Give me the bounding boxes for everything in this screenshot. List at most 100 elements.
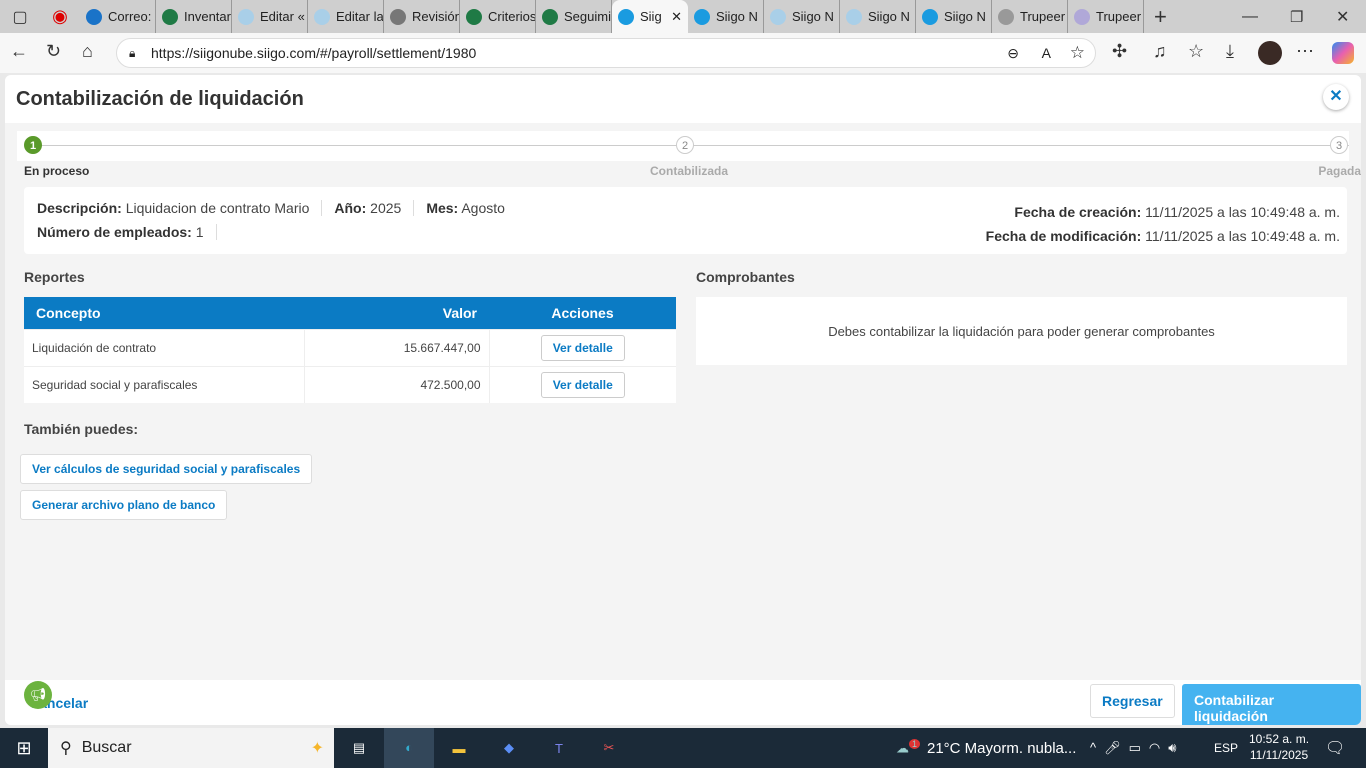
creation-date: Fecha de creación: 11/11/2025 a las 10:4… bbox=[1014, 204, 1340, 220]
lock-icon: 🔒︎ bbox=[129, 45, 136, 60]
cell-valor: 15.667.447,00 bbox=[303, 328, 489, 366]
table-row: Seguridad social y parafiscales 472.500,… bbox=[24, 365, 676, 403]
edge-taskbar-icon[interactable]: ◐ bbox=[384, 728, 434, 768]
tab-favicon-icon bbox=[846, 8, 862, 25]
browser-tab[interactable]: Trupeer bbox=[992, 0, 1068, 33]
month-field: Mes: Agosto bbox=[413, 200, 505, 216]
restore-button[interactable]: ❐ bbox=[1290, 8, 1303, 26]
browser-tab[interactable]: Siigo N bbox=[840, 0, 916, 33]
page-title: Contabilización de liquidación bbox=[16, 87, 304, 110]
tab-title: Siigo N bbox=[792, 9, 834, 24]
settlement-info-card: Descripción: Liquidacion de contrato Mar… bbox=[24, 187, 1347, 254]
browser-tab[interactable]: Correo: bbox=[80, 0, 156, 33]
ver-detalle-button[interactable]: Ver detalle bbox=[540, 334, 625, 361]
col-concepto: Concepto bbox=[24, 297, 304, 329]
new-tab-button[interactable]: + bbox=[1154, 4, 1167, 30]
search-icon: ⚲ bbox=[60, 740, 72, 757]
generar-archivo-button[interactable]: Generar archivo plano de banco bbox=[20, 490, 228, 520]
record-icon[interactable]: ◉ bbox=[40, 6, 80, 27]
browser-tab[interactable]: Seguimi bbox=[536, 0, 612, 33]
comprobantes-title: Comprobantes bbox=[696, 269, 795, 285]
close-tab-icon[interactable]: ✕ bbox=[671, 9, 682, 25]
extensions-icon[interactable]: ✣ bbox=[1112, 41, 1127, 62]
minimize-button[interactable]: — bbox=[1242, 8, 1258, 26]
favorites-icon[interactable]: ☆ bbox=[1188, 41, 1204, 62]
browser-tab[interactable]: Revisión bbox=[384, 0, 460, 33]
snipping-icon[interactable]: ✂ bbox=[584, 740, 634, 756]
step-1: 1 bbox=[24, 136, 42, 154]
media-icon[interactable]: ♫ bbox=[1153, 41, 1167, 62]
weather-icon: ☁ 1 bbox=[896, 739, 921, 756]
ver-detalle-button[interactable]: Ver detalle bbox=[540, 371, 625, 398]
language-indicator[interactable]: ESP bbox=[1214, 741, 1238, 755]
file-explorer-icon[interactable]: ▬ bbox=[434, 741, 484, 756]
table-row: Liquidación de contrato 15.667.447,00 Ve… bbox=[24, 328, 676, 366]
tab-favicon-icon bbox=[542, 8, 558, 25]
taskbar-search[interactable]: ⚲ Buscar ✦ bbox=[48, 728, 334, 768]
step-3-label: Pagada bbox=[1318, 164, 1361, 178]
browser-tab[interactable]: Siig ✕ bbox=[612, 0, 688, 33]
tab-favicon-icon bbox=[1074, 8, 1090, 25]
task-view-icon[interactable]: ▤ bbox=[334, 740, 384, 756]
modification-date: Fecha de modificación: 11/11/2025 a las … bbox=[985, 228, 1340, 244]
tab-title: Criterios bbox=[488, 9, 536, 24]
cell-acciones: Ver detalle bbox=[488, 328, 676, 366]
zoom-icon[interactable]: ⊖ bbox=[1007, 45, 1019, 62]
comprobantes-message: Debes contabilizar la liquidación para p… bbox=[828, 323, 1215, 339]
comprobantes-card: Debes contabilizar la liquidación para p… bbox=[696, 297, 1347, 365]
tab-favicon-icon bbox=[998, 8, 1014, 25]
settlement-modal: Contabilización de liquidación ✕ 1 2 3 E… bbox=[5, 75, 1361, 725]
tab-favicon-icon bbox=[770, 8, 786, 25]
col-valor: Valor bbox=[304, 297, 489, 329]
browser-tab[interactable]: Inventar bbox=[156, 0, 232, 33]
notifications-icon[interactable]: 🗨︎ bbox=[1325, 738, 1345, 758]
browser-tab[interactable]: Siigo N bbox=[688, 0, 764, 33]
refresh-icon[interactable]: ↻ bbox=[46, 41, 61, 62]
teams-icon[interactable]: T bbox=[534, 741, 584, 756]
home-icon[interactable]: ⌂ bbox=[82, 41, 93, 62]
regresar-button[interactable]: Regresar bbox=[1090, 684, 1175, 718]
sidebar-toggle-icon[interactable]: ▢ bbox=[0, 7, 40, 27]
tab-favicon-icon bbox=[466, 8, 482, 25]
cell-concepto: Seguridad social y parafiscales bbox=[24, 365, 304, 403]
tambien-title: También puedes: bbox=[24, 421, 139, 437]
back-icon[interactable]: ← bbox=[10, 41, 28, 62]
page: Contabilización de liquidación ✕ 1 2 3 E… bbox=[0, 73, 1366, 728]
browser-tab[interactable]: Editar « bbox=[232, 0, 308, 33]
browser-tab[interactable]: Editar la bbox=[308, 0, 384, 33]
downloads-icon[interactable]: ⤓ bbox=[1226, 41, 1234, 62]
ver-calculos-button[interactable]: Ver cálculos de seguridad social y paraf… bbox=[20, 454, 313, 484]
more-icon[interactable]: ⋯ bbox=[1296, 41, 1314, 62]
close-modal-button[interactable]: ✕ bbox=[1323, 84, 1349, 110]
browser-tab[interactable]: Siigo N bbox=[764, 0, 840, 33]
browser-tab[interactable]: Trupeer bbox=[1068, 0, 1144, 33]
contabilizar-button[interactable]: Contabilizar liquidación bbox=[1182, 684, 1361, 725]
step-2-label: Contabilizada bbox=[650, 164, 729, 178]
step-1-label: En proceso bbox=[24, 164, 90, 178]
tab-favicon-icon bbox=[922, 8, 938, 25]
cell-acciones: Ver detalle bbox=[488, 365, 676, 403]
tab-title: Siigo N bbox=[868, 9, 910, 24]
step-2: 2 bbox=[676, 136, 694, 154]
clock[interactable]: 10:52 a. m. 11/11/2025 bbox=[1249, 731, 1309, 763]
browser-tab[interactable]: Criterios bbox=[460, 0, 536, 33]
tray-icons[interactable]: ^🎤︎▭◠🔊︎ bbox=[1090, 740, 1184, 756]
tab-title: Inventar bbox=[184, 9, 231, 24]
tab-title: Trupeer bbox=[1096, 9, 1142, 24]
close-window-button[interactable]: ✕ bbox=[1336, 7, 1349, 27]
address-bar-row: ← ↻ ⌂ 🔒︎ https://siigonube.siigo.com/#/p… bbox=[0, 33, 1366, 73]
tab-favicon-icon bbox=[618, 8, 634, 25]
favorite-star-icon[interactable]: ☆ bbox=[1070, 43, 1085, 63]
taskbar: ⊞ ⚲ Buscar ✦ ▤ ◐ ▬ ◆ T ✂ ☁ 1 21°C Mayorm. … bbox=[0, 728, 1366, 768]
copilot-icon[interactable] bbox=[1332, 42, 1354, 64]
tab-favicon-icon bbox=[694, 8, 710, 25]
url-input[interactable]: 🔒︎ https://siigonube.siigo.com/#/payroll… bbox=[116, 38, 1096, 68]
feedback-icon[interactable]: 📢︎ bbox=[24, 681, 52, 709]
tab-title: Seguimi bbox=[564, 9, 611, 24]
weather-text[interactable]: 21°C Mayorm. nubla... bbox=[927, 740, 1076, 757]
app-icon[interactable]: ◆ bbox=[484, 740, 534, 756]
windows-start-icon[interactable]: ⊞ bbox=[0, 738, 48, 759]
read-aloud-icon[interactable]: A bbox=[1042, 45, 1051, 61]
browser-tab[interactable]: Siigo N bbox=[916, 0, 992, 33]
avatar[interactable] bbox=[1258, 41, 1282, 65]
